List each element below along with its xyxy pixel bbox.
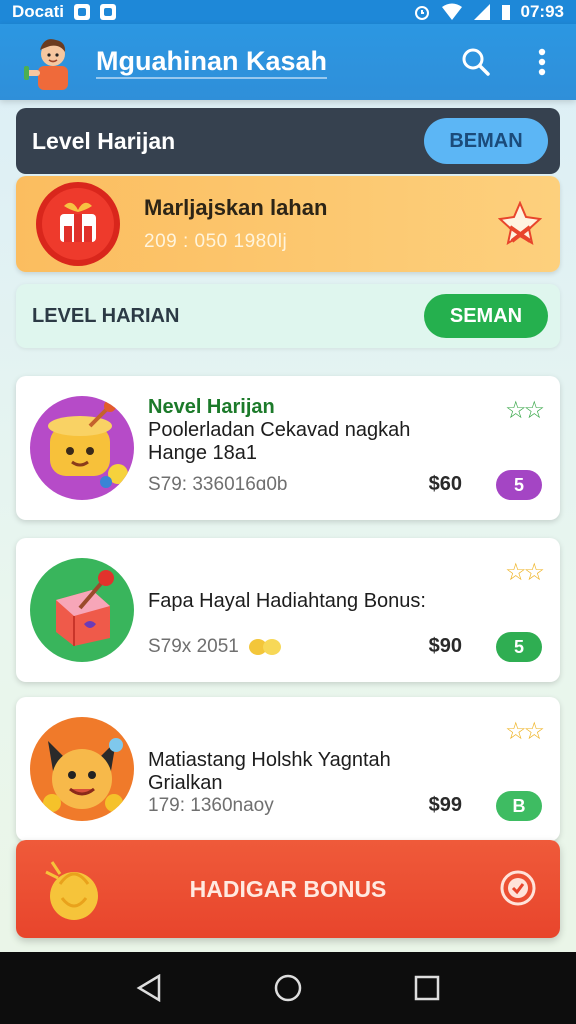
app-title: Mguahinan Kasah [96,46,328,79]
ribbon-icon[interactable] [498,201,542,247]
avatar[interactable] [20,30,84,94]
list-item[interactable]: Matiastang Holshk Yagntah Grialkan 179: … [16,697,560,841]
item-badge[interactable]: B [496,791,542,821]
item-price: $90 [428,635,462,657]
cat-character-icon [30,717,134,821]
stars-icon[interactable]: ☆☆ [505,717,545,746]
item-title-line2: Grialkan [148,772,223,794]
stars-icon[interactable]: ☆☆ [505,558,545,587]
promo-card[interactable]: Marljajskan lahan 209 : 050 1980lj [16,176,560,272]
signal-icon [473,4,490,20]
status-bar: Docati 07:93 [0,0,576,24]
item-badge[interactable]: 5 [496,470,542,500]
status-left-text: Docati [12,2,64,21]
honey-jar-icon [30,396,134,500]
item-meta: S79: 336016ɑ0b [148,474,288,495]
wifi-icon [441,3,462,20]
more-vert-icon[interactable] [524,44,560,80]
item-meta: S79x 2051 [148,636,239,657]
battery-icon [501,5,510,20]
item-title: Matiastang Holshk Yagntah [148,749,391,771]
app-bar: Mguahinan Kasah [0,24,576,100]
list-item[interactable]: Nevel Harijan Poolerladan Cekavad nagkah… [16,376,560,520]
promo-subtitle: 209 : 050 1980lj [144,231,288,252]
search-icon[interactable] [458,44,494,80]
gift-cube-icon [30,558,134,662]
level-light-action-button[interactable]: SEMAN [424,294,548,338]
item-meta: 179: 1360naoy [148,795,274,816]
level-card-light: LEVEL HARIAN SEMAN [16,284,560,348]
back-icon[interactable] [129,968,169,1008]
status-time: 07:93 [520,2,564,21]
hands-icon [248,639,281,655]
notification-icon [73,4,90,20]
list-item[interactable]: Fapa Hayal Hadiahtang Bonus: S79x 2051 $… [16,538,560,682]
promo-title: Marljajskan lahan [144,195,328,220]
item-badge[interactable]: 5 [496,632,542,662]
check-circle-icon [500,870,536,906]
coin-pouch-icon [45,861,98,920]
item-price: $60 [428,473,462,495]
home-icon[interactable] [268,968,308,1008]
level-card-dark: Level Harijan BEMAN [16,108,560,174]
item-title: Fapa Hayal Hadiahtang Bonus: [148,590,426,612]
item-tag: Nevel Harijan [148,396,275,418]
gift-box-icon [36,182,120,266]
system-nav-bar [0,952,576,1024]
stars-icon[interactable]: ☆☆ [505,396,545,425]
level-label-light: LEVEL HARIAN [32,304,180,327]
level-label: Level Harijan [32,127,176,154]
recents-icon[interactable] [407,968,447,1008]
bonus-label: HADIGAR BONUS [189,875,387,902]
notification-icon-2 [99,4,116,20]
item-title: Poolerladan Cekavad nagkah [148,419,411,441]
alarm-icon [414,6,429,20]
item-price: $99 [428,794,462,816]
level-action-button[interactable]: BEMAN [424,118,548,164]
bonus-button[interactable]: HADIGAR BONUS [16,840,560,938]
item-title-line2: Hange 18a1 [148,442,257,464]
